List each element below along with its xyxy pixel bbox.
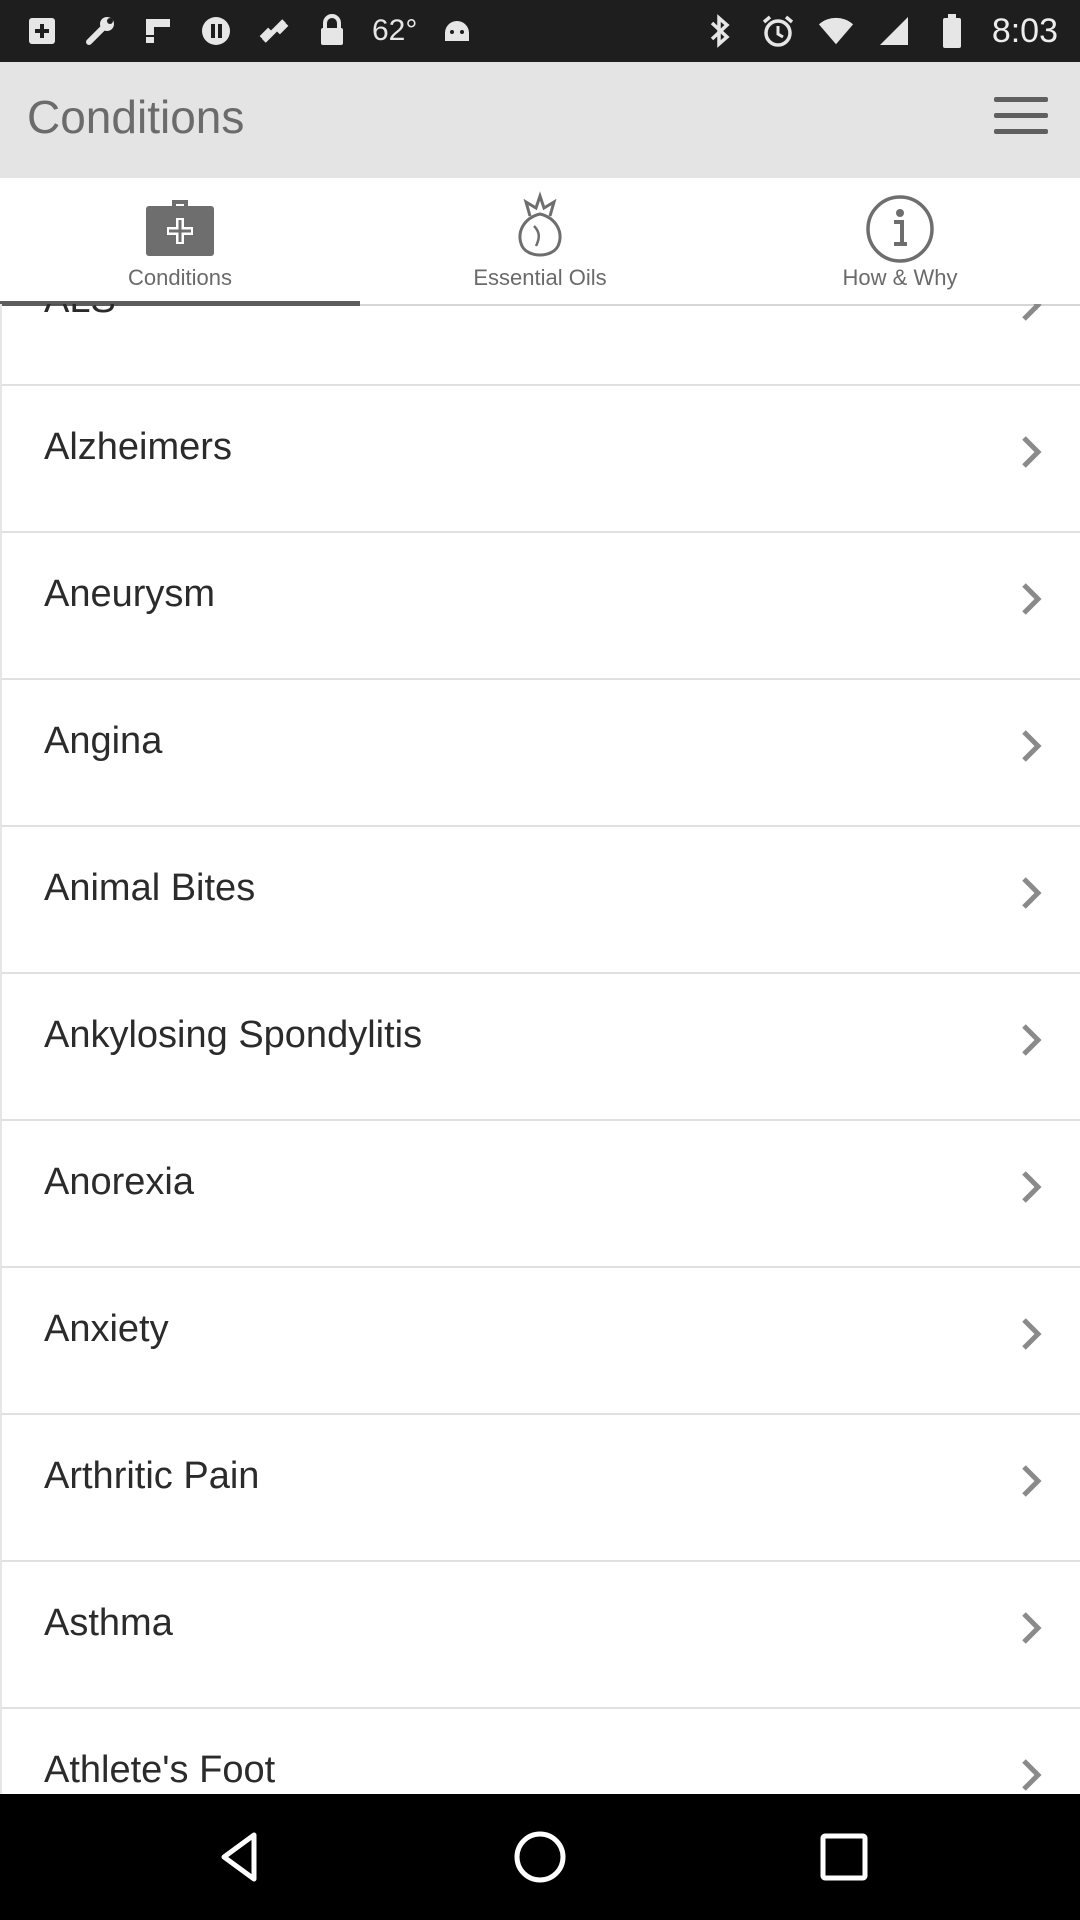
lock-icon: [314, 13, 350, 49]
status-bar: 62° 8:03: [0, 0, 1080, 62]
status-right-icons: 8:03: [702, 0, 1058, 62]
chevron-right-icon: [1016, 873, 1046, 913]
chevron-right-icon: [1016, 304, 1046, 325]
list-item-label: Animal Bites: [44, 867, 256, 909]
list-item[interactable]: Athlete's Foot: [0, 1709, 1080, 1794]
list-item[interactable]: Alzheimers: [0, 386, 1080, 533]
signal-icon: [876, 13, 912, 49]
chevron-right-icon: [1016, 1755, 1046, 1794]
list-item-label: Alzheimers: [44, 426, 232, 468]
list-item[interactable]: Ankylosing Spondylitis: [0, 974, 1080, 1121]
tab-conditions[interactable]: Conditions: [0, 178, 360, 306]
conditions-list: ALS Alzheimers Aneurysm Angina Animal Bi…: [0, 304, 1080, 1794]
list-item[interactable]: Aneurysm: [0, 533, 1080, 680]
bluetooth-icon: [702, 13, 738, 49]
page-title: Conditions: [27, 91, 245, 143]
wrench-icon: [82, 13, 118, 49]
list-item-label: Asthma: [44, 1602, 173, 1644]
list-item-label: Angina: [44, 720, 163, 762]
list-item[interactable]: Angina: [0, 680, 1080, 827]
battery-icon: [934, 13, 970, 49]
info-icon: [860, 186, 940, 266]
list-item[interactable]: Asthma: [0, 1562, 1080, 1709]
android-icon: [439, 13, 475, 49]
alarm-icon: [760, 13, 796, 49]
status-left-icons: 62°: [24, 0, 475, 62]
list-item[interactable]: Arthritic Pain: [0, 1415, 1080, 1562]
tab-essential-oils[interactable]: Essential Oils: [360, 178, 720, 304]
medical-kit-icon: [140, 186, 220, 266]
temperature-text: 62°: [372, 14, 418, 47]
tab-essential-oils-label: Essential Oils: [473, 265, 607, 290]
chevron-right-icon: [1016, 1314, 1046, 1354]
chevron-right-icon: [1016, 1167, 1046, 1207]
list-item[interactable]: ALS: [0, 304, 1080, 386]
chevron-right-icon: [1016, 1461, 1046, 1501]
list-item-label: Arthritic Pain: [44, 1455, 260, 1497]
list-item-label: Aneurysm: [44, 573, 216, 615]
chevron-right-icon: [1016, 1020, 1046, 1060]
add-box-icon: [24, 13, 60, 49]
tab-how-why[interactable]: How & Why: [720, 178, 1080, 304]
fake-gps-icon: [256, 13, 292, 49]
chevron-right-icon: [1016, 726, 1046, 766]
list-item[interactable]: Animal Bites: [0, 827, 1080, 974]
system-navigation-bar: [0, 1794, 1080, 1920]
list-item-label: Ankylosing Spondylitis: [44, 1014, 423, 1056]
recents-icon[interactable]: [814, 1827, 874, 1887]
chevron-right-icon: [1016, 432, 1046, 472]
chevron-right-icon: [1016, 579, 1046, 619]
tab-conditions-label: Conditions: [128, 265, 232, 290]
list-item[interactable]: Anxiety: [0, 1268, 1080, 1415]
list-item-label: Anorexia: [44, 1161, 194, 1203]
tab-bar: Conditions Essential Oils How & Why: [0, 178, 1080, 306]
home-icon[interactable]: [510, 1827, 570, 1887]
flower-bottle-icon: [500, 186, 580, 266]
flipboard-icon: [140, 13, 176, 49]
tab-how-why-label: How & Why: [842, 265, 958, 290]
back-icon[interactable]: [210, 1827, 270, 1887]
list-item-label: Athlete's Foot: [44, 1749, 276, 1791]
wifi-icon: [818, 13, 854, 49]
hamburger-menu-icon[interactable]: [994, 97, 1050, 143]
chevron-right-icon: [1016, 1608, 1046, 1648]
circle-pause-icon: [198, 13, 234, 49]
list-item[interactable]: Anorexia: [0, 1121, 1080, 1268]
app-toolbar: Conditions: [0, 62, 1080, 179]
list-item-label: Anxiety: [44, 1308, 169, 1350]
clock-text: 8:03: [991, 11, 1058, 50]
list-item-label: ALS: [44, 304, 116, 322]
